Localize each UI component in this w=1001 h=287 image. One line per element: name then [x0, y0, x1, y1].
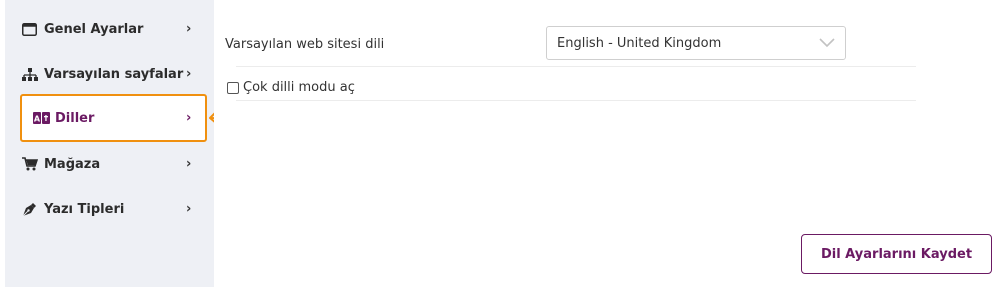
multilang-label: Çok dilli modu aç: [243, 80, 355, 95]
sidebar-item-diller[interactable]: A Diller ›: [20, 94, 207, 142]
pen-nib-icon: [22, 202, 42, 217]
chevron-right-icon: ›: [186, 110, 192, 126]
save-language-settings-button[interactable]: Dil Ayarlarını Kaydet: [801, 234, 992, 274]
sidebar-item-label: Mağaza: [44, 156, 101, 172]
chevron-right-icon: ›: [186, 201, 192, 217]
window-icon: [22, 22, 42, 36]
sidebar-item-magaza[interactable]: Mağaza ›: [22, 149, 202, 179]
default-language-select[interactable]: English - United Kingdom: [546, 26, 846, 60]
sidebar-item-varsayilan-sayfalar[interactable]: Varsayılan sayfalar ›: [22, 59, 202, 89]
svg-text:A: A: [34, 115, 41, 124]
sidebar-item-label: Genel Ayarlar: [44, 21, 144, 37]
chevron-right-icon: ›: [186, 66, 192, 82]
sidebar-item-label: Diller: [55, 110, 95, 126]
chevron-right-icon: ›: [186, 21, 192, 37]
sidebar-item-yazi-tipleri[interactable]: Yazı Tipleri ›: [22, 194, 202, 224]
sidebar-item-genel-ayarlar[interactable]: Genel Ayarlar ›: [22, 14, 202, 44]
sidebar-item-label: Varsayılan sayfalar: [44, 66, 184, 82]
sitemap-icon: [22, 67, 42, 81]
multilang-toggle[interactable]: Çok dilli modu aç: [227, 80, 355, 95]
sidebar-item-label: Yazı Tipleri: [44, 201, 125, 217]
default-language-value: English - United Kingdom: [557, 35, 722, 51]
multilang-checkbox[interactable]: [227, 81, 239, 94]
cart-icon: [22, 157, 42, 171]
default-language-label: Varsayılan web sitesi dili: [225, 37, 385, 52]
chevron-right-icon: ›: [186, 156, 192, 172]
language-icon: A: [33, 112, 53, 124]
chevron-down-icon: [819, 37, 835, 52]
language-settings-panel: Varsayılan web sitesi dili English - Uni…: [214, 8, 1001, 287]
